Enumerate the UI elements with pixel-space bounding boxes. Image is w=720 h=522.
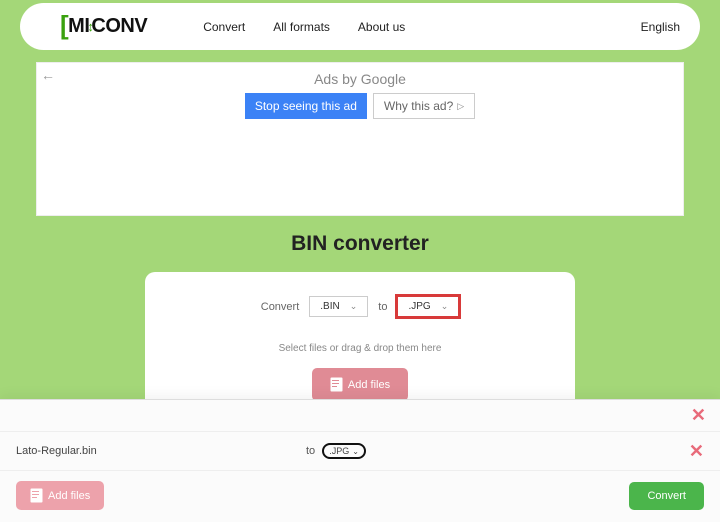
add-files-button[interactable]: Add files <box>16 481 104 510</box>
logo-text-conv: CONV <box>91 15 147 38</box>
main-nav: Convert All formats About us <box>203 20 405 34</box>
file-to-label: to <box>306 445 315 457</box>
close-icon[interactable]: ✕ <box>691 406 706 424</box>
ad-why-button[interactable]: Why this ad? ▷ <box>373 93 475 119</box>
nav-all-formats[interactable]: All formats <box>273 20 330 34</box>
file-format-select[interactable]: .JPG ⌄ <box>322 443 366 459</box>
document-icon <box>330 377 343 392</box>
chevron-down-icon: ⌄ <box>352 447 359 456</box>
nav-about[interactable]: About us <box>358 20 405 34</box>
ad-back-arrow-icon[interactable]: ← <box>41 67 55 83</box>
chevron-down-icon: ⌄ <box>441 301 449 312</box>
add-files-label: Add files <box>48 490 90 502</box>
logo-text-mi: MI <box>68 15 89 38</box>
to-format-select[interactable]: .JPG ⌄ <box>397 296 459 317</box>
play-icon: ▷ <box>457 101 464 112</box>
add-files-label: Add files <box>348 379 390 391</box>
file-format-value: .JPG <box>329 446 349 456</box>
add-files-button[interactable]: Add files <box>312 368 408 401</box>
file-row: Lato-Regular.bin to .JPG ⌄ ✕ <box>0 432 720 471</box>
drag-hint: Select files or drag & drop them here <box>165 343 555 354</box>
language-switch[interactable]: English <box>641 20 680 34</box>
ad-container: ← Ads by Google Stop seeing this ad Why … <box>36 62 684 216</box>
logo[interactable]: [MI↕CONV <box>60 11 147 42</box>
header: [MI↕CONV Convert All formats About us En… <box>20 3 700 50</box>
document-icon <box>30 488 43 503</box>
from-format-select[interactable]: .BIN ⌄ <box>309 296 368 317</box>
ad-stop-button[interactable]: Stop seeing this ad <box>245 93 367 119</box>
nav-convert[interactable]: Convert <box>203 20 245 34</box>
to-format-value: .JPG <box>408 301 430 312</box>
ad-header: Ads by Google <box>37 71 683 87</box>
to-label: to <box>378 301 387 313</box>
page-title: BIN converter <box>0 232 720 256</box>
file-name: Lato-Regular.bin <box>16 445 306 457</box>
panel-footer: Add files Convert <box>0 471 720 520</box>
ad-why-label: Why this ad? <box>384 99 453 113</box>
convert-button[interactable]: Convert <box>629 482 704 510</box>
close-icon[interactable]: ✕ <box>689 442 704 460</box>
chevron-down-icon: ⌄ <box>350 301 358 312</box>
panel-banner: ✕ <box>0 400 720 432</box>
files-panel: ✕ Lato-Regular.bin to .JPG ⌄ ✕ Add files… <box>0 399 720 522</box>
convert-label: Convert <box>261 301 300 313</box>
from-format-value: .BIN <box>320 301 339 312</box>
